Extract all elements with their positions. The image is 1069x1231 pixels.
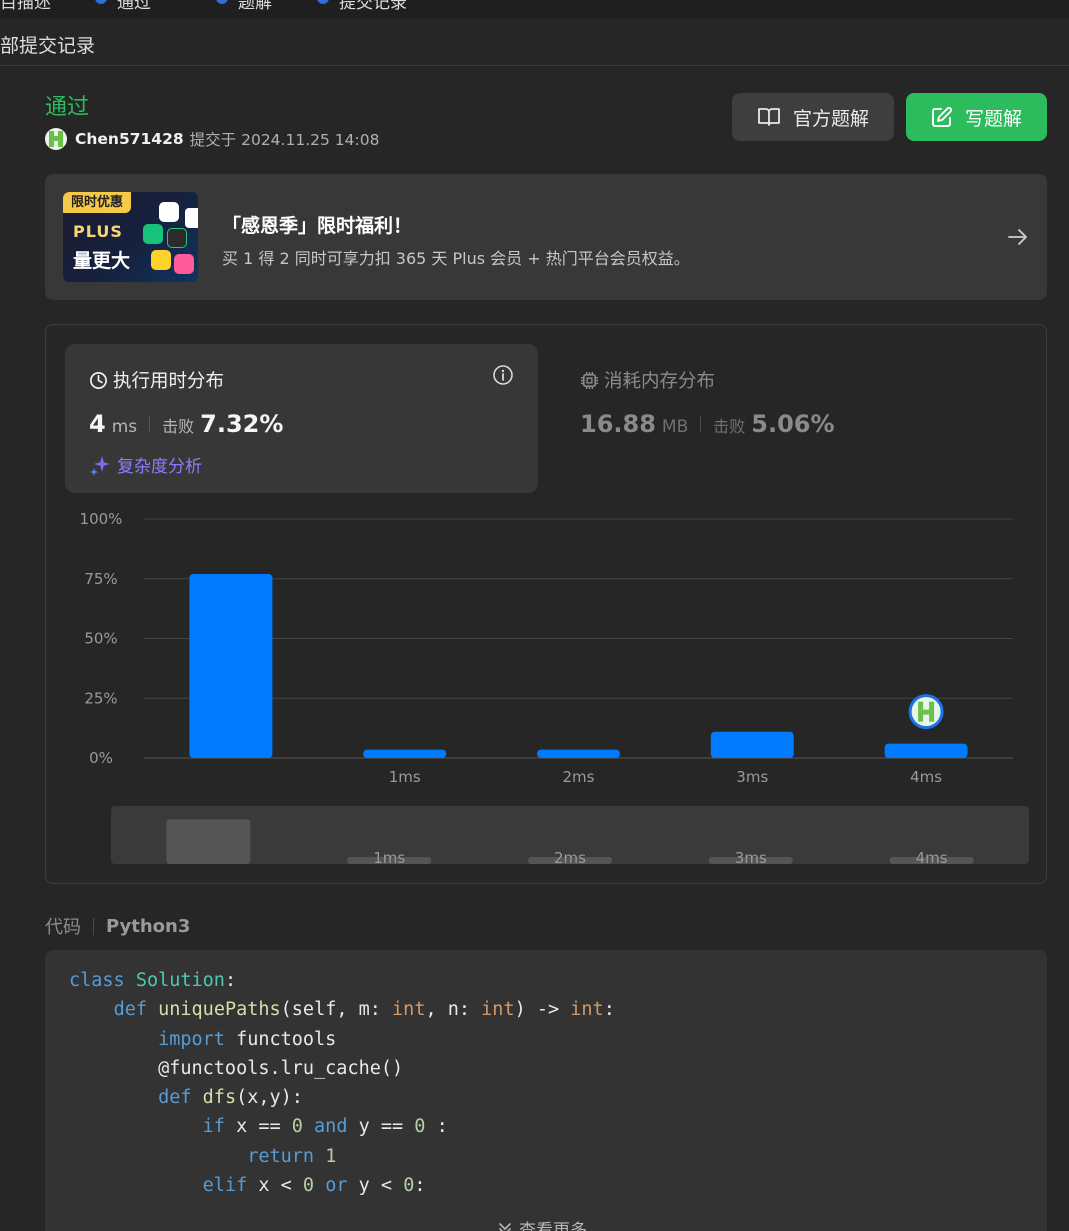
code-token: Solution bbox=[135, 970, 225, 991]
bar bbox=[363, 749, 447, 758]
y-tick-label: 100% bbox=[80, 510, 123, 528]
code-token: class bbox=[69, 970, 125, 991]
code-line: def uniquePaths(self, m: int, n: int) ->… bbox=[113, 999, 615, 1020]
y-tick-label: 25% bbox=[84, 689, 117, 707]
code-token: 0 bbox=[302, 1175, 315, 1196]
overview-tick-label: 3ms bbox=[735, 849, 767, 867]
app-icon bbox=[151, 250, 171, 270]
x-tick-label: 4ms bbox=[910, 768, 942, 786]
code-line: if x == 0 and y == 0 : bbox=[202, 1116, 448, 1137]
promo-image: 限时优惠 PLUS 量更大 bbox=[63, 192, 198, 282]
app-icon bbox=[167, 228, 187, 248]
app-icon bbox=[185, 208, 198, 228]
write-solution-label: 写题解 bbox=[964, 107, 1022, 130]
avatar-shape bbox=[929, 701, 935, 722]
performance-card: 执行用时分布 4 ms 击败 7.32% 复杂度分析 消耗内存分布 16.88 … bbox=[45, 324, 1047, 884]
user-avatar[interactable] bbox=[45, 128, 67, 150]
arrow-right-icon[interactable] bbox=[1007, 226, 1029, 248]
submitted-time: 提交于 2024.11.25 14:08 bbox=[189, 131, 380, 149]
x-tick-label: 3ms bbox=[736, 768, 768, 786]
promo-title: 「感恩季」限时福利！ bbox=[222, 215, 413, 237]
x-tick-label: 1ms bbox=[389, 768, 421, 786]
overview-tick-label: 2ms bbox=[554, 849, 586, 867]
code-token: or bbox=[325, 1175, 348, 1196]
avatar-shape bbox=[923, 709, 930, 715]
app-icon bbox=[174, 254, 194, 274]
solution-tab-icon bbox=[216, 0, 228, 4]
overview-bar bbox=[166, 819, 251, 864]
code-token: and bbox=[314, 1116, 348, 1137]
code-label: 代码 bbox=[45, 917, 81, 938]
submission-meta: Chen571428 提交于 2024.11.25 14:08 bbox=[45, 127, 379, 151]
tab-description[interactable]: 目描述 bbox=[0, 0, 51, 13]
promo-sub-text: 量更大 bbox=[73, 250, 131, 272]
accepted-tab-icon bbox=[95, 0, 107, 4]
overview-tick-label: 4ms bbox=[916, 849, 948, 867]
code-line: class Solution: bbox=[69, 970, 237, 991]
problem-tabs: 目描述 通过 题解 提交记录 bbox=[0, 0, 1069, 18]
overview-tick-label: 1ms bbox=[373, 849, 405, 867]
code-token: 0 bbox=[414, 1116, 426, 1137]
code-language: Python3 bbox=[106, 915, 191, 937]
code-token: dfs bbox=[202, 1087, 237, 1108]
all-submissions-link[interactable]: 部提交记录 bbox=[0, 31, 95, 58]
code-token: 0 bbox=[291, 1116, 303, 1137]
code-token: uniquePaths bbox=[158, 999, 281, 1020]
app-icon bbox=[159, 202, 179, 222]
bar bbox=[710, 731, 794, 758]
submission-status: 通过 bbox=[45, 95, 90, 120]
code-header: 代码 Python3 bbox=[45, 913, 190, 939]
book-icon bbox=[758, 108, 780, 126]
bar bbox=[189, 573, 273, 758]
username[interactable]: Chen571428 bbox=[75, 130, 184, 148]
code-token: if bbox=[202, 1116, 225, 1137]
submissions-tab-icon bbox=[317, 0, 329, 4]
code-token: return bbox=[247, 1146, 315, 1167]
code-token: elif bbox=[202, 1175, 248, 1196]
code-token: int bbox=[570, 999, 604, 1020]
edit-icon bbox=[932, 107, 952, 127]
official-solution-button[interactable]: 官方题解 bbox=[732, 93, 894, 141]
view-more-label: 查看更多 bbox=[519, 1221, 587, 1231]
code-token: import bbox=[158, 1029, 225, 1050]
code-line: return 1 bbox=[69, 1146, 336, 1167]
chevron-double-down-icon bbox=[499, 1222, 511, 1231]
avatar-shape bbox=[918, 701, 924, 722]
submissions-header: 部提交记录 bbox=[0, 18, 1069, 66]
tab-submissions[interactable]: 提交记录 bbox=[339, 0, 407, 13]
code-token: def bbox=[158, 1087, 192, 1108]
y-tick-label: 75% bbox=[84, 570, 117, 588]
tab-solutions[interactable]: 题解 bbox=[238, 0, 272, 13]
code-token: 1 bbox=[325, 1146, 337, 1167]
write-solution-button[interactable]: 写题解 bbox=[906, 93, 1047, 141]
promo-description: 买 1 得 2 同时可享力扣 365 天 Plus 会员 + 热门平台会员权益。 bbox=[222, 249, 690, 268]
y-tick-label: 50% bbox=[84, 630, 117, 648]
x-tick-label: 2ms bbox=[563, 768, 595, 786]
bar bbox=[884, 743, 968, 758]
code-token: 0 bbox=[403, 1175, 415, 1196]
code-token: int bbox=[392, 999, 426, 1020]
code-token: int bbox=[481, 999, 515, 1020]
promo-plus-text: PLUS bbox=[73, 222, 123, 241]
divider bbox=[93, 917, 94, 935]
promo-badge: 限时优惠 bbox=[63, 192, 132, 213]
code-line: def dfs(x,y): bbox=[158, 1087, 303, 1108]
official-solution-label: 官方题解 bbox=[792, 107, 869, 130]
code-line: import functools bbox=[158, 1029, 337, 1050]
app-icon bbox=[143, 224, 163, 244]
runtime-distribution-chart: 100% 75% 50% 25% 0% 1ms 2ms 3ms 4ms 1ms 2ms 3ms 4ms bbox=[80, 510, 1029, 867]
code-line: elif x < 0 or y < 0: bbox=[202, 1175, 426, 1196]
promo-banner[interactable]: 限时优惠 PLUS 量更大 「感恩季」限时福利！ 买 1 得 2 同时可享力扣 … bbox=[45, 174, 1047, 300]
code-block[interactable]: class Solution: def uniquePaths(self, m:… bbox=[45, 950, 1047, 1231]
view-more-button[interactable]: 查看更多 bbox=[497, 1216, 587, 1231]
code-line: @functools.lru_cache() bbox=[69, 1058, 404, 1079]
bar bbox=[537, 749, 620, 758]
y-tick-label: 0% bbox=[89, 749, 113, 767]
code-token: def bbox=[113, 999, 147, 1020]
tab-accepted[interactable]: 通过 bbox=[117, 0, 151, 13]
